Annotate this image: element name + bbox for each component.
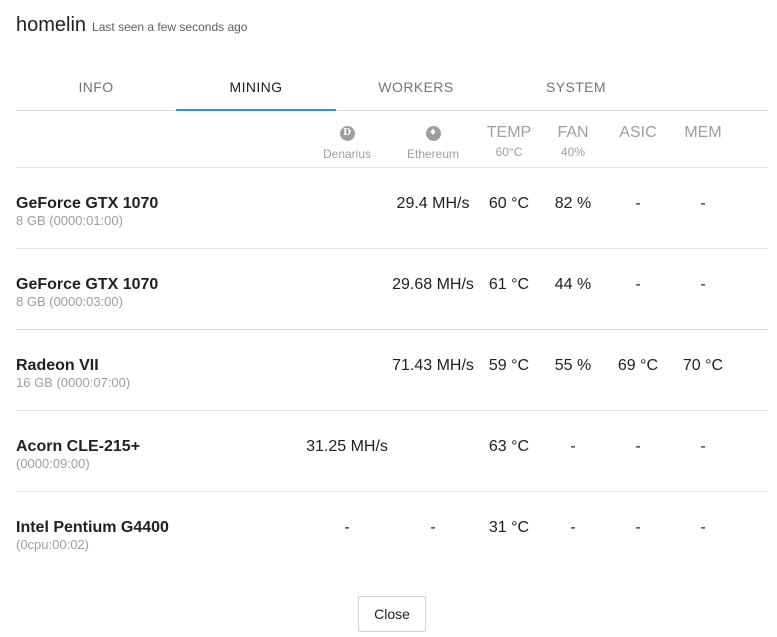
- device-name: Acorn CLE-215+: [16, 438, 141, 455]
- column-header-mem: MEM: [684, 124, 722, 142]
- mem-value: -: [700, 438, 706, 455]
- mem-value: -: [700, 195, 706, 212]
- temp-value: 31 °C: [488, 519, 530, 536]
- fan-value: 44 %: [554, 276, 592, 293]
- device-row: Radeon VII 16 GB (0000:07:00) 71.43 MH/s…: [0, 330, 777, 411]
- fan-value: 55 %: [554, 357, 592, 374]
- device-detail: 8 GB (0000:01:00): [16, 213, 123, 228]
- ethereum-hashrate: 29.4 MH/s: [396, 195, 470, 212]
- column-header-fan: FAN 40%: [557, 124, 589, 159]
- column-sub-temp: 60°C: [495, 145, 523, 159]
- device-name: Intel Pentium G4400: [16, 519, 169, 536]
- device-detail: 8 GB (0000:03:00): [16, 294, 123, 309]
- device-detail: (0000:09:00): [16, 456, 90, 471]
- tab-workers[interactable]: WORKERS: [336, 64, 496, 110]
- fan-value: -: [570, 438, 576, 455]
- column-label-asic: ASIC: [619, 124, 657, 141]
- mem-value: -: [700, 276, 706, 293]
- device-row: Acorn CLE-215+ (0000:09:00) 31.25 MH/s 6…: [0, 411, 777, 492]
- mem-value: 70 °C: [682, 357, 724, 374]
- last-seen-text: Last seen a few seconds ago: [92, 20, 248, 34]
- column-sub-fan: 40%: [560, 145, 586, 159]
- fan-value: -: [570, 519, 576, 536]
- dialog-header: homelin Last seen a few seconds ago: [16, 14, 247, 37]
- asic-value: -: [635, 519, 641, 536]
- ethereum-coin-icon: ♦: [425, 126, 441, 141]
- device-row: GeForce GTX 1070 8 GB (0000:01:00) 29.4 …: [0, 168, 777, 249]
- temp-value: 63 °C: [488, 438, 530, 455]
- column-label-fan: FAN: [557, 124, 589, 141]
- ethereum-hashrate: 29.68 MH/s: [392, 276, 474, 293]
- asic-value: 69 °C: [617, 357, 659, 374]
- denarius-hashrate: 31.25 MH/s: [306, 438, 388, 455]
- column-label-ethereum: Ethereum: [406, 147, 460, 161]
- column-label-denarius: Denarius: [322, 147, 372, 161]
- column-header-ethereum: ♦ Ethereum: [407, 126, 459, 161]
- ethereum-hashrate: 71.43 MH/s: [392, 357, 474, 374]
- device-name: GeForce GTX 1070: [16, 276, 159, 293]
- asic-value: -: [635, 195, 641, 212]
- asic-value: -: [635, 438, 641, 455]
- column-label-temp: TEMP: [486, 124, 532, 141]
- column-header-denarius: D Denarius: [323, 126, 371, 161]
- ethereum-hashrate: -: [430, 519, 436, 536]
- device-name: GeForce GTX 1070: [16, 195, 159, 212]
- tab-bar: INFO MINING WORKERS SYSTEM: [16, 64, 768, 111]
- column-header-temp: TEMP 60°C: [486, 124, 532, 159]
- device-row: Intel Pentium G4400 (0cpu:00:02) - - 31 …: [0, 492, 777, 573]
- device-detail: (0cpu:00:02): [16, 537, 89, 552]
- device-name: Radeon VII: [16, 357, 99, 374]
- device-detail: 16 GB (0000:07:00): [16, 375, 131, 390]
- asic-value: -: [635, 276, 641, 293]
- device-row: GeForce GTX 1070 8 GB (0000:03:00) 29.68…: [0, 249, 777, 330]
- host-name: homelin: [16, 14, 87, 36]
- temp-value: 60 °C: [488, 195, 530, 212]
- denarius-hashrate: -: [344, 519, 350, 536]
- temp-value: 61 °C: [488, 276, 530, 293]
- tab-mining[interactable]: MINING: [176, 64, 336, 111]
- column-label-mem: MEM: [684, 124, 722, 141]
- denarius-coin-icon: D: [339, 126, 355, 141]
- fan-value: 82 %: [554, 195, 592, 212]
- mem-value: -: [700, 519, 706, 536]
- close-button[interactable]: Close: [358, 596, 426, 632]
- tab-system[interactable]: SYSTEM: [496, 64, 656, 110]
- temp-value: 59 °C: [488, 357, 530, 374]
- column-header-asic: ASIC: [619, 124, 657, 142]
- tab-info[interactable]: INFO: [16, 64, 176, 110]
